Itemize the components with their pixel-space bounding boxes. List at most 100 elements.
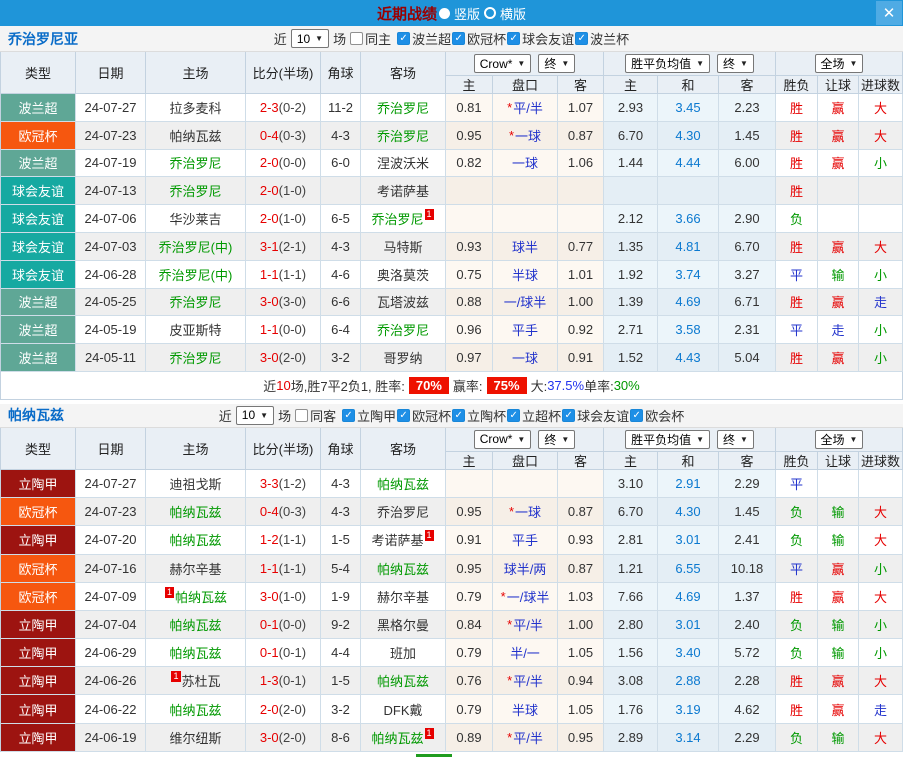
fulltime-select[interactable]: 全场 ▼ xyxy=(814,429,864,449)
same-venue-checkbox[interactable]: 同客 xyxy=(295,406,336,425)
league-filter-checkbox[interactable]: ✓ 欧冠杯 xyxy=(452,29,506,48)
match-row: 波兰超 24-05-25 乔治罗尼 3-0 (3-0) 6-6 瓦塔波兹 0.88 一/球半 1.… xyxy=(0,288,903,317)
checkbox-icon[interactable]: ✓ xyxy=(397,32,411,45)
chevron-down-icon: ▼ xyxy=(260,410,269,420)
fulltime-score: 3-1 xyxy=(259,238,279,254)
team-name: 乔治罗尼亚 xyxy=(8,30,78,47)
goals-result: 大 xyxy=(859,498,903,527)
match-table-body: 波兰超 24-07-27 拉多麦科 2-3 (0-2) 11-2 乔治罗尼 0.81 * 平/半 1… xyxy=(0,94,903,372)
odds-final-select[interactable]: 终 ▼ xyxy=(538,429,576,449)
league-filter-checkbox[interactable]: ✓ 立陶杯 xyxy=(452,406,506,425)
handicap xyxy=(493,469,558,499)
odds-group-header: Crow* ▼ 终 ▼ xyxy=(446,52,604,76)
goals-result: 走 xyxy=(859,288,903,317)
radio-horizontal-label[interactable]: 横版 xyxy=(500,4,526,23)
checkbox-icon[interactable]: ✓ xyxy=(397,408,411,422)
radio-selected-icon[interactable] xyxy=(438,7,450,19)
handicap-result: 输 xyxy=(818,498,859,527)
score: 2-0 (0-0) xyxy=(246,149,321,178)
red-flag-badge: 1 xyxy=(171,671,181,683)
fulltime-score: 2-0 xyxy=(259,183,279,199)
chevron-down-icon: ▼ xyxy=(696,59,704,68)
checkbox-icon[interactable]: ✓ xyxy=(507,32,521,45)
odds-home: 0.97 xyxy=(446,344,493,372)
close-button[interactable]: ✕ xyxy=(876,1,902,25)
score: 2-0 (1-0) xyxy=(246,177,321,206)
team-label: 苏杜瓦 xyxy=(181,674,221,690)
fulltime-score: 1-3 xyxy=(259,673,279,689)
avg-away: 2.29 xyxy=(719,469,776,499)
halftime-score: (0-3) xyxy=(278,504,307,520)
match-date: 24-05-25 xyxy=(76,288,146,317)
fulltime-select[interactable]: 全场 ▼ xyxy=(814,54,864,73)
odds-away: 1.07 xyxy=(558,94,604,122)
corner-score: 6-6 xyxy=(321,288,361,317)
checkbox-icon[interactable] xyxy=(350,32,364,45)
league-filter-checkbox[interactable]: ✓ 球会友谊 xyxy=(562,406,629,425)
odds-source-select[interactable]: Crow* ▼ xyxy=(473,429,532,449)
fulltime-score: 3-0 xyxy=(259,729,279,745)
halftime-score: (1-0) xyxy=(278,211,307,227)
match-count-select[interactable]: 10 ▼ xyxy=(235,405,275,425)
checkbox-icon[interactable]: ✓ xyxy=(562,408,576,422)
goals-result xyxy=(859,177,903,206)
fulltime-score: 3-0 xyxy=(259,350,279,366)
handicap-result: 输 xyxy=(818,260,859,289)
team-label: 考诺萨基 xyxy=(371,533,424,549)
handicap: * 平/半 xyxy=(493,94,558,122)
halftime-score: (1-2) xyxy=(278,476,307,492)
league-badge: 波兰超 xyxy=(1,316,76,345)
team-label: 黑格尔曼 xyxy=(376,618,429,633)
handicap-result: 输 xyxy=(818,526,859,555)
team-label: 帕纳瓦兹 xyxy=(169,618,222,633)
league-filter-checkbox[interactable]: ✓ 立陶甲 xyxy=(342,406,396,425)
halftime-score: (3-0) xyxy=(278,294,307,310)
games-label: 场 xyxy=(278,408,292,424)
home-team: 乔治罗尼 xyxy=(146,344,246,372)
same-venue-checkbox[interactable]: 同主 xyxy=(350,29,391,48)
score: 0-1 (0-0) xyxy=(246,610,321,640)
league-filter-checkbox[interactable]: ✓ 立超杯 xyxy=(507,406,561,425)
league-badge: 球会友谊 xyxy=(1,205,76,233)
match-date: 24-06-28 xyxy=(76,260,146,289)
checkbox-icon[interactable]: ✓ xyxy=(452,408,466,422)
avg-draw xyxy=(658,177,719,206)
checkbox-icon[interactable]: ✓ xyxy=(342,408,356,422)
odds-group-header: Crow* ▼ 终 ▼ xyxy=(446,427,604,452)
avg-away: 1.37 xyxy=(719,582,776,611)
score: 1-1 (1-1) xyxy=(246,260,321,289)
league-filter-checkbox[interactable]: ✓ 欧冠杯 xyxy=(397,406,451,425)
avg-final-select[interactable]: 终 ▼ xyxy=(717,429,754,449)
checkbox-icon[interactable]: ✓ xyxy=(575,32,589,45)
col-goals: 进球数 xyxy=(859,451,903,470)
odds-final-select[interactable]: 终 ▼ xyxy=(538,54,576,73)
away-team: 乔治罗尼 1 xyxy=(361,205,446,233)
avg-final-select[interactable]: 终 ▼ xyxy=(717,54,754,73)
odds-home: 0.95 xyxy=(446,554,493,583)
match-date: 24-06-22 xyxy=(76,695,146,724)
avg-draw: 4.81 xyxy=(658,232,719,261)
league-badge: 立陶甲 xyxy=(1,723,76,752)
checkbox-icon[interactable]: ✓ xyxy=(630,408,644,422)
avg-away: 2.28 xyxy=(719,667,776,696)
home-team: 赫尔辛基 xyxy=(146,554,246,583)
handicap-result: 输 xyxy=(818,639,859,668)
league-filter-checkbox[interactable]: ✓ 球会友谊 xyxy=(507,29,574,48)
radio-unselected-icon[interactable] xyxy=(484,7,496,19)
score: 1-1 (1-1) xyxy=(246,554,321,583)
odds-source-select[interactable]: Crow* ▼ xyxy=(473,54,532,73)
match-count-select[interactable]: 10 ▼ xyxy=(290,29,330,48)
checkbox-icon[interactable]: ✓ xyxy=(452,32,466,45)
avg-source-select[interactable]: 胜平负均值 ▼ xyxy=(625,54,710,73)
checkbox-icon[interactable]: ✓ xyxy=(507,408,521,422)
league-filter-checkbox[interactable]: ✓ 欧会杯 xyxy=(630,406,684,425)
col-result: 胜负 xyxy=(776,451,818,470)
handicap-label: 半/一 xyxy=(510,646,540,662)
league-filter-checkbox[interactable]: ✓ 波兰杯 xyxy=(575,29,629,48)
league-filter-checkbox[interactable]: ✓ 波兰超 xyxy=(397,29,451,48)
avg-source-select[interactable]: 胜平负均值 ▼ xyxy=(625,429,710,449)
team-name: 帕纳瓦兹 xyxy=(8,407,64,424)
match-row: 立陶甲 24-07-27 迪祖戈斯 3-3 (1-2) 4-3 帕纳瓦兹 3.10 2.91 2.… xyxy=(0,469,903,499)
radio-vertical-label[interactable]: 竖版 xyxy=(454,4,480,23)
checkbox-icon[interactable] xyxy=(295,408,309,422)
